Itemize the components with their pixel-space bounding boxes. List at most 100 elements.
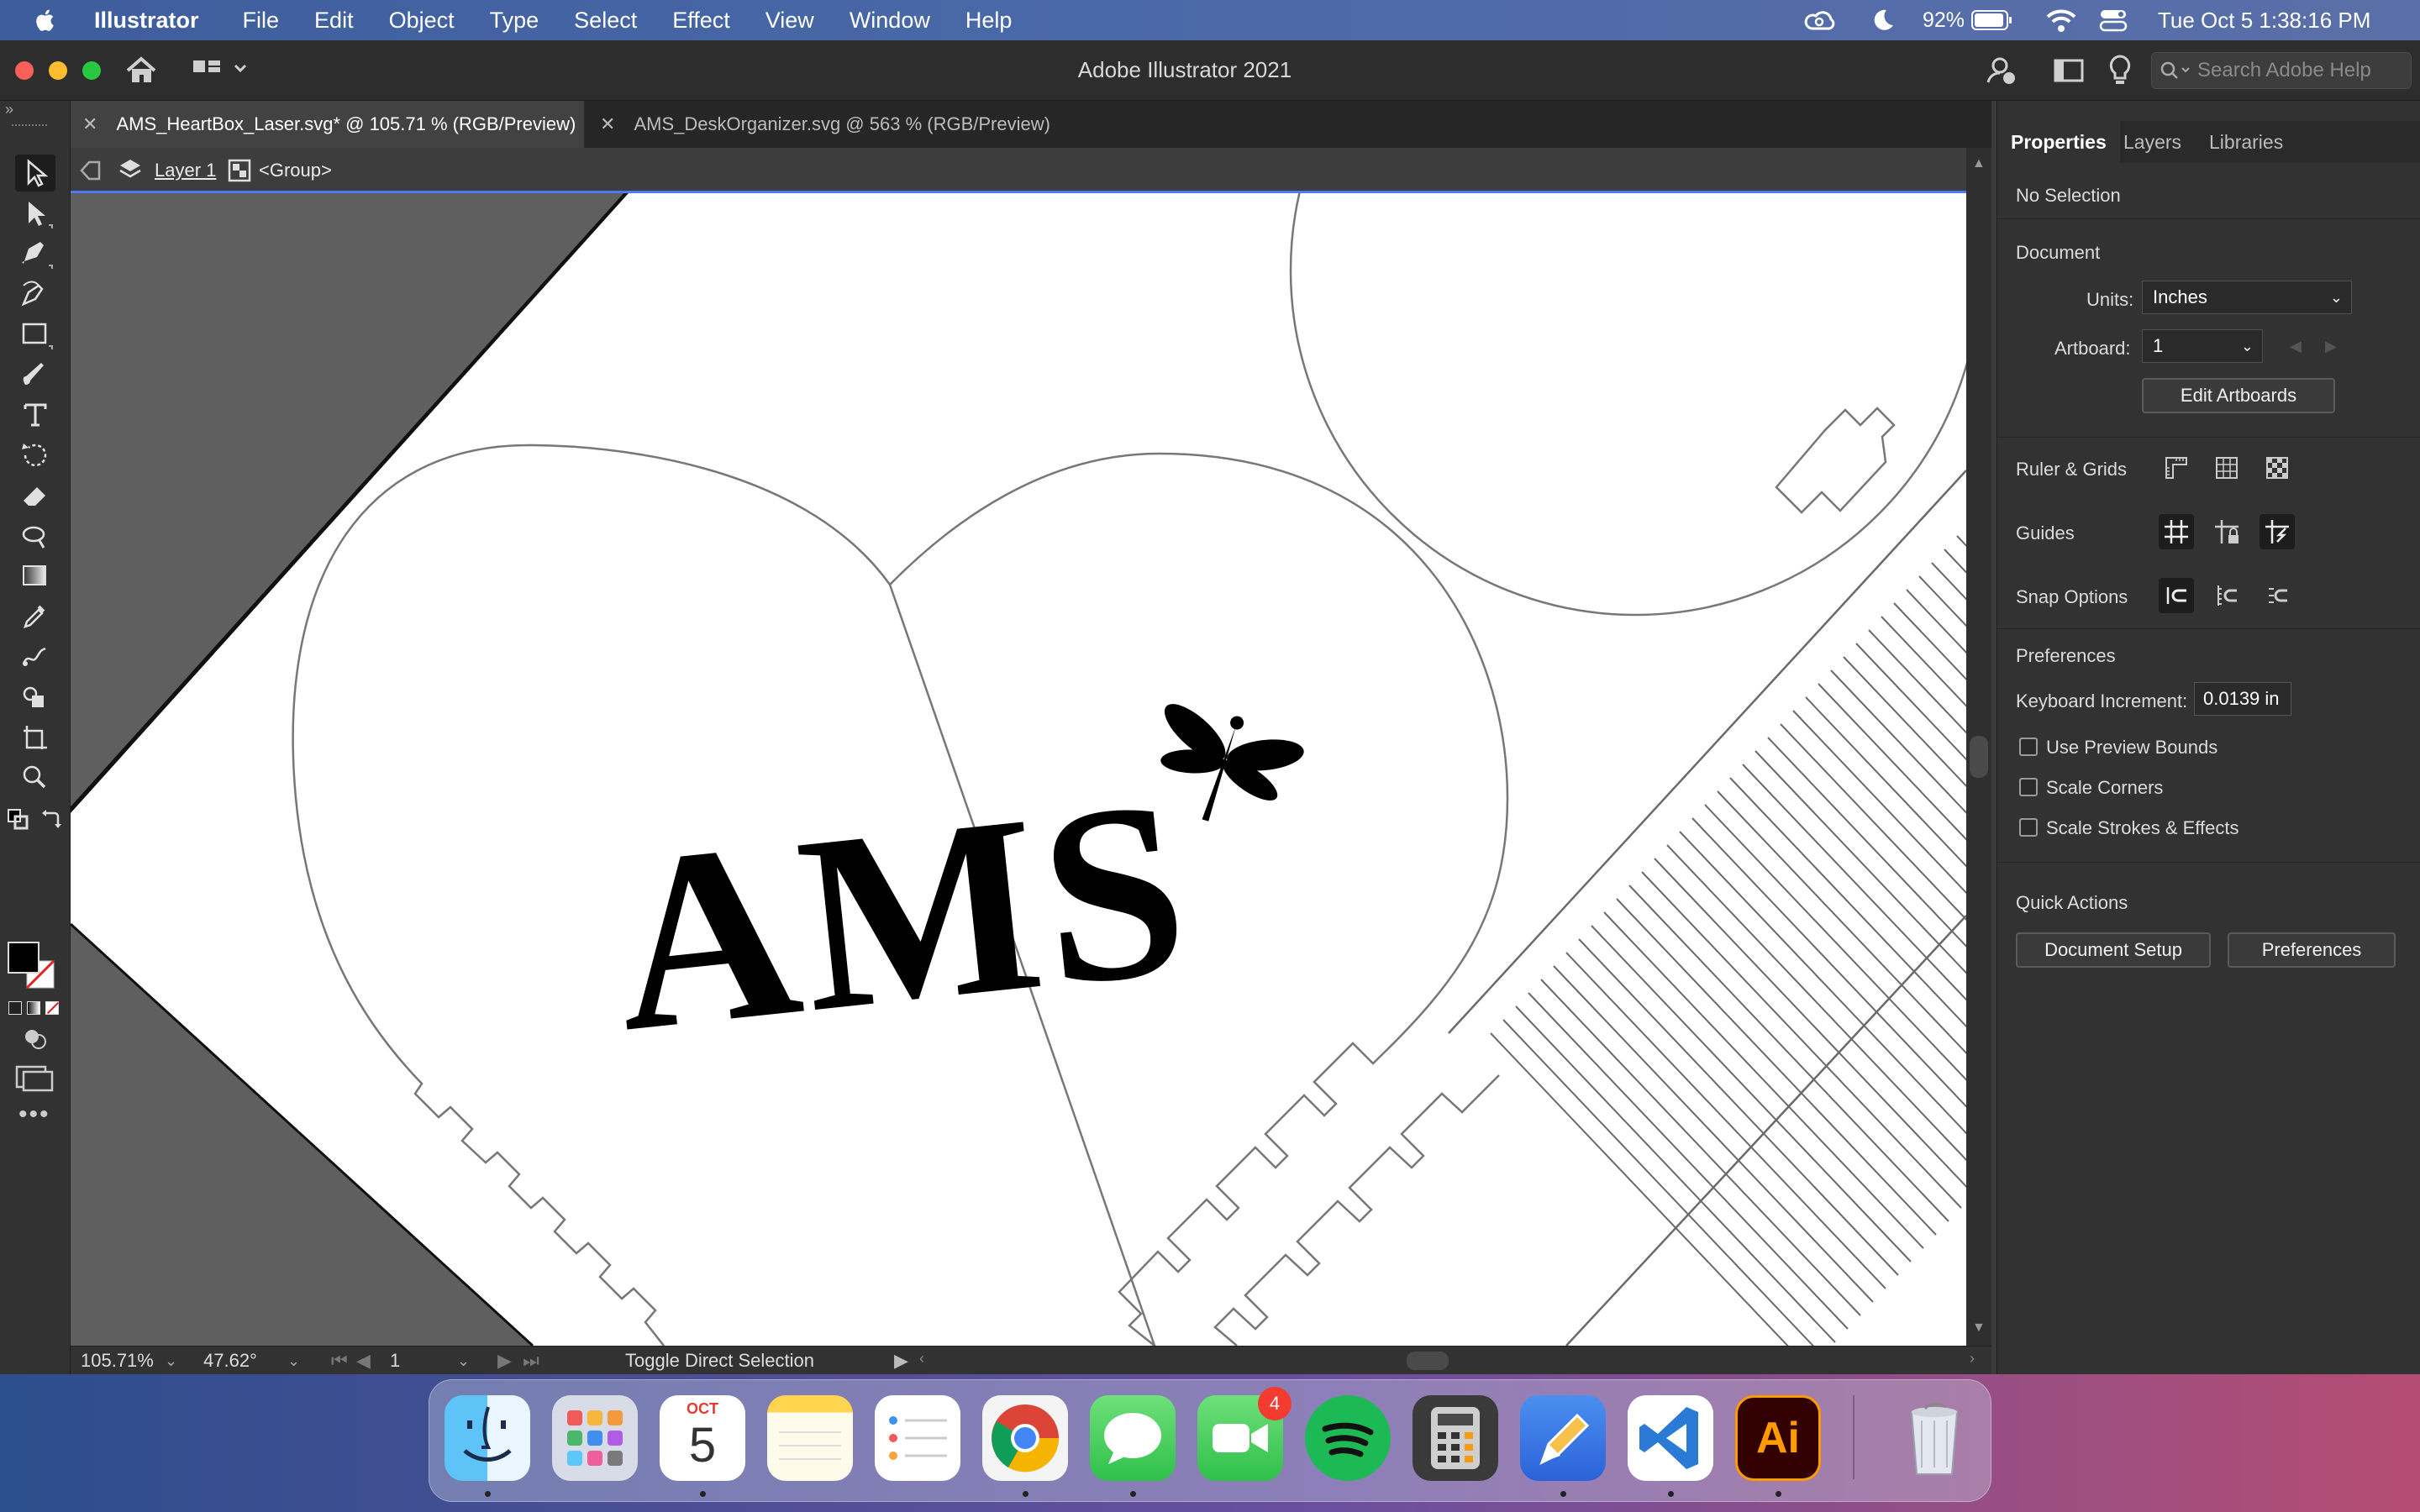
previous-artboard-icon[interactable]: ◀ [356, 1350, 371, 1372]
zoom-level-field[interactable]: 105.71% [81, 1350, 154, 1372]
arrange-documents-icon[interactable] [2054, 57, 2084, 84]
illustrator-icon[interactable]: Ai [1735, 1395, 1821, 1481]
zoom-dropdown-icon[interactable]: ⌄ [165, 1350, 177, 1372]
tab-ams-heartbox[interactable]: ✕ AMS_HeartBox_Laser.svg* @ 105.71 % (RG… [71, 101, 585, 148]
close-tab-icon[interactable]: ✕ [600, 113, 615, 135]
units-dropdown[interactable]: Inches ⌄ [2142, 281, 2352, 314]
messages-icon[interactable] [1090, 1395, 1176, 1481]
transparency-grid-icon[interactable] [2260, 450, 2295, 486]
next-artboard-icon[interactable]: ▶ [497, 1350, 512, 1372]
help-search-input[interactable]: Search Adobe Help [2151, 52, 2412, 89]
lock-guides-icon[interactable] [2209, 514, 2244, 549]
apple-icon[interactable] [34, 6, 57, 34]
smart-guides-icon[interactable] [2260, 514, 2295, 549]
zoom-tool-icon[interactable] [15, 759, 55, 796]
type-tool-icon[interactable] [15, 396, 55, 433]
breadcrumb-layer[interactable]: Layer 1 [155, 160, 216, 181]
snap-to-point-icon[interactable] [2159, 578, 2194, 613]
menu-help[interactable]: Help [965, 8, 1013, 34]
menu-app-illustrator[interactable]: Illustrator [94, 8, 199, 34]
calculator-icon[interactable] [1413, 1395, 1498, 1481]
keyboard-increment-input[interactable]: 0.0139 in [2194, 682, 2291, 716]
artboard-number-field[interactable]: 1 [390, 1350, 400, 1372]
status-text[interactable]: Toggle Direct Selection [625, 1350, 814, 1372]
draw-mode-icon[interactable] [22, 1026, 49, 1052]
close-tab-icon[interactable]: ✕ [82, 113, 97, 135]
menu-object[interactable]: Object [389, 8, 455, 34]
notes-icon[interactable] [767, 1395, 853, 1481]
snap-to-glyph-icon[interactable] [2260, 578, 2295, 613]
menu-select[interactable]: Select [574, 8, 637, 34]
pen-tool-icon[interactable] [15, 235, 55, 272]
trash-icon[interactable] [1891, 1395, 1977, 1481]
preferences-button[interactable]: Preferences [2228, 932, 2396, 968]
vertical-scrollbar[interactable]: ▲ ▼ [1966, 148, 1991, 1346]
launchpad-icon[interactable] [552, 1395, 638, 1481]
tab-layers[interactable]: Layers [2110, 121, 2195, 163]
reminders-icon[interactable] [875, 1395, 960, 1481]
tab-libraries[interactable]: Libraries [2196, 121, 2296, 163]
previous-artboard-icon[interactable]: ◀ [2290, 338, 2302, 355]
pencil-app-icon[interactable] [1520, 1395, 1606, 1481]
direct-selection-tool-icon[interactable] [15, 195, 55, 232]
do-not-disturb-moon-icon[interactable] [1870, 0, 1896, 40]
next-artboard-icon[interactable]: ▶ [2325, 338, 2337, 355]
edit-artboards-button[interactable]: Edit Artboards [2142, 378, 2335, 413]
artboard-dropdown-icon[interactable]: ⌄ [457, 1350, 470, 1372]
chrome-icon[interactable] [982, 1395, 1068, 1481]
vertical-scroll-thumb[interactable] [1970, 736, 1988, 778]
swap-fill-stroke-icon[interactable] [40, 808, 62, 830]
paintbrush-tool-icon[interactable] [15, 356, 55, 393]
curvature-tool-icon[interactable] [15, 276, 55, 312]
free-transform-tool-icon[interactable] [15, 517, 55, 554]
lightbulb-icon[interactable] [2107, 54, 2133, 87]
menu-view[interactable]: View [765, 8, 814, 34]
artboard-tool-icon[interactable] [15, 719, 55, 756]
gradient-tool-icon[interactable] [15, 558, 55, 595]
facetime-icon[interactable]: 4 [1197, 1387, 1292, 1481]
rotate-tool-icon[interactable] [15, 437, 55, 474]
menu-type[interactable]: Type [490, 8, 539, 34]
menu-effect[interactable]: Effect [672, 8, 730, 34]
artboard-dropdown[interactable]: 1 ⌄ [2142, 329, 2263, 363]
eraser-tool-icon[interactable] [15, 477, 55, 514]
menu-file[interactable]: File [243, 8, 280, 34]
first-artboard-icon[interactable]: ⏮ [331, 1350, 348, 1372]
color-mode-buttons[interactable] [8, 1001, 62, 1016]
menu-window[interactable]: Window [850, 8, 930, 34]
snap-to-pixel-icon[interactable] [2209, 578, 2244, 613]
calendar-icon[interactable]: OCT 5 [660, 1395, 745, 1481]
last-artboard-icon[interactable]: ⏭ [523, 1350, 539, 1372]
edit-toolbar-more-icon[interactable]: ••• [18, 1100, 50, 1129]
horizontal-scroll-thumb[interactable] [1407, 1352, 1449, 1370]
control-center-icon[interactable] [2099, 0, 2128, 40]
share-user-icon[interactable] [1985, 54, 2018, 87]
rectangle-tool-icon[interactable] [15, 316, 55, 353]
grid-icon[interactable] [2209, 450, 2244, 486]
selection-tool-icon[interactable] [15, 155, 55, 192]
rotation-field[interactable]: 47.62° [203, 1350, 257, 1372]
ams-logo[interactable]: AMS [602, 747, 1203, 1084]
back-arrow-icon[interactable] [79, 158, 104, 183]
spotify-icon[interactable] [1305, 1395, 1391, 1481]
menu-edit[interactable]: Edit [314, 8, 354, 34]
document-setup-button[interactable]: Document Setup [2016, 932, 2211, 968]
tab-ams-deskorganizer[interactable]: ✕ AMS_DeskOrganizer.svg @ 563 % (RGB/Pre… [588, 101, 1059, 148]
breadcrumb-group[interactable]: <Group> [259, 160, 332, 181]
show-guides-icon[interactable] [2159, 514, 2194, 549]
tab-properties[interactable]: Properties [1997, 121, 2120, 163]
fill-stroke-swatch-icon[interactable] [7, 941, 62, 996]
wifi-icon[interactable] [2045, 0, 2077, 40]
circle-shape[interactable] [1289, 193, 1966, 617]
battery-icon[interactable] [1971, 0, 2013, 40]
finder-icon[interactable] [445, 1395, 530, 1481]
screen-mode-icon[interactable] [15, 1063, 54, 1092]
shape-builder-tool-icon[interactable] [15, 679, 55, 716]
artboard-canvas[interactable]: AMS [71, 193, 1966, 1346]
vscode-icon[interactable] [1628, 1395, 1713, 1481]
menubar-clock[interactable]: Tue Oct 5 1:38:16 PM [2158, 0, 2370, 40]
eyedropper-tool-icon[interactable] [15, 598, 55, 635]
status-menu-arrow-icon[interactable]: ▶ [894, 1350, 908, 1372]
horizontal-scrollbar[interactable]: ‹ › [919, 1347, 1986, 1375]
puppet-warp-tool-icon[interactable] [15, 638, 55, 675]
